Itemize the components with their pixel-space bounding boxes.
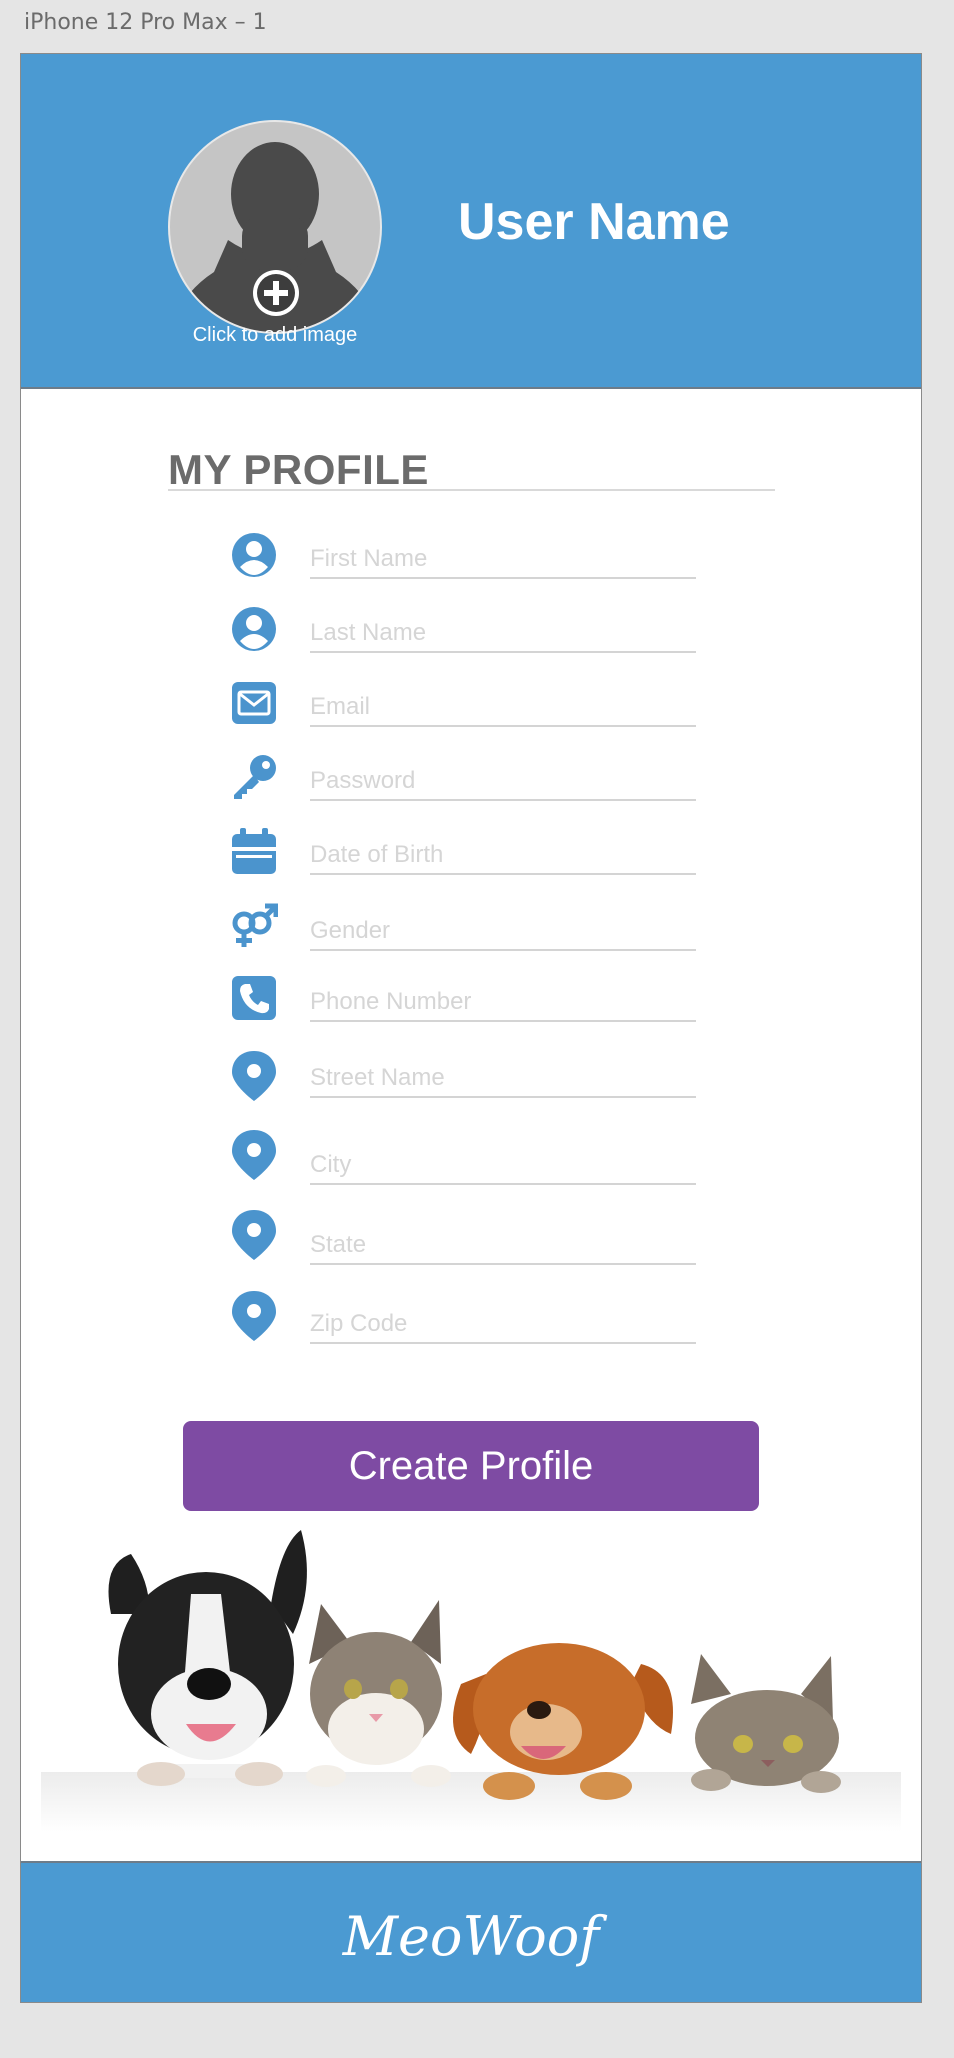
zip-row: [230, 1290, 710, 1350]
gender-icon: [230, 903, 278, 955]
last-name-row: [230, 605, 710, 665]
state-row: [230, 1209, 710, 1269]
city-field[interactable]: [310, 1147, 696, 1185]
brand-logo-text: MeoWoof: [342, 1905, 600, 1968]
user-circle-icon: [230, 605, 278, 657]
phone-icon: [230, 974, 278, 1026]
phone-number-field[interactable]: [310, 984, 696, 1022]
first-name-field[interactable]: [310, 541, 696, 579]
calendar-icon: [230, 827, 278, 879]
avatar-caption[interactable]: Click to add image: [168, 324, 382, 347]
date-of-birth-field[interactable]: [310, 837, 696, 875]
phone-artboard: Click to add image User Name MY PROFILE: [20, 53, 922, 2003]
profile-header: Click to add image User Name: [21, 54, 921, 389]
email-field[interactable]: [310, 689, 696, 727]
user-circle-icon: [230, 531, 278, 583]
state-field[interactable]: [310, 1227, 696, 1265]
phone-row: [230, 974, 710, 1034]
pets-banner-image: [41, 1530, 901, 1832]
street-row: [230, 1050, 710, 1110]
envelope-icon: [230, 679, 278, 731]
add-image-button[interactable]: [253, 270, 299, 316]
gender-row: [230, 903, 710, 963]
section-title: MY PROFILE: [168, 446, 429, 493]
zip-code-field[interactable]: [310, 1306, 696, 1344]
footer-bar: MeoWoof: [21, 1861, 921, 2002]
plus-circle-icon: [257, 274, 295, 312]
email-row: [230, 679, 710, 739]
password-row: [230, 753, 710, 813]
map-pin-icon: [230, 1129, 278, 1181]
map-pin-icon: [230, 1290, 278, 1342]
create-profile-button[interactable]: Create Profile: [183, 1421, 759, 1511]
password-field[interactable]: [310, 763, 696, 801]
map-pin-icon: [230, 1050, 278, 1102]
section-divider: [168, 489, 775, 491]
artboard-title: iPhone 12 Pro Max – 1: [24, 10, 267, 35]
map-pin-icon: [230, 1209, 278, 1261]
key-icon: [230, 753, 278, 805]
dob-row: [230, 827, 710, 887]
last-name-field[interactable]: [310, 615, 696, 653]
gender-field[interactable]: [310, 913, 696, 951]
street-name-field[interactable]: [310, 1060, 696, 1098]
first-name-row: [230, 531, 710, 591]
city-row: [230, 1129, 710, 1189]
user-name: User Name: [458, 193, 730, 251]
